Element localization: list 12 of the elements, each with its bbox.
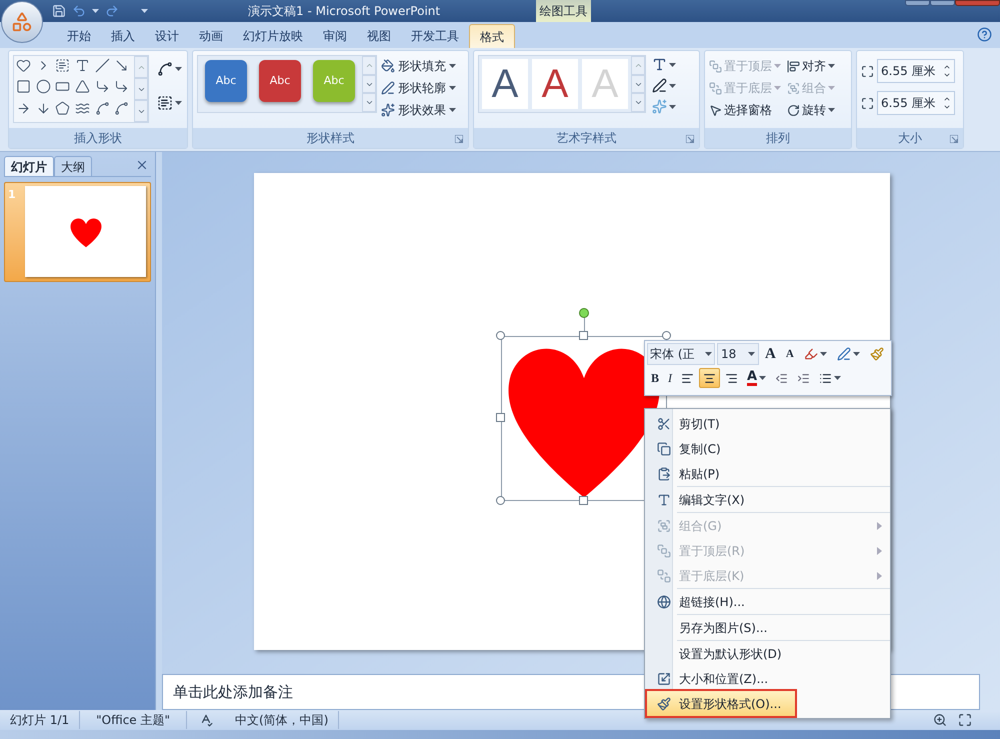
contextual-tab-group: 绘图工具 [536,0,591,22]
notes-prompt: 单击此处添加备注 [173,682,293,703]
slide-count: 幻灯片 1/1 [0,711,80,729]
group-label: 形状样式 [306,130,354,147]
theme-name: "Office 主题" [80,711,188,729]
window-title: 演示文稿1 - Microsoft PowerPoint [248,3,440,20]
group-label: 插入形状 [74,130,122,147]
group-label: 艺术字样式 [556,130,616,147]
slide-number: 1 [7,187,17,203]
group-label: 排列 [766,130,790,147]
group-label: 大小 [898,130,922,147]
language: 中文(简体，中国) [225,711,340,729]
